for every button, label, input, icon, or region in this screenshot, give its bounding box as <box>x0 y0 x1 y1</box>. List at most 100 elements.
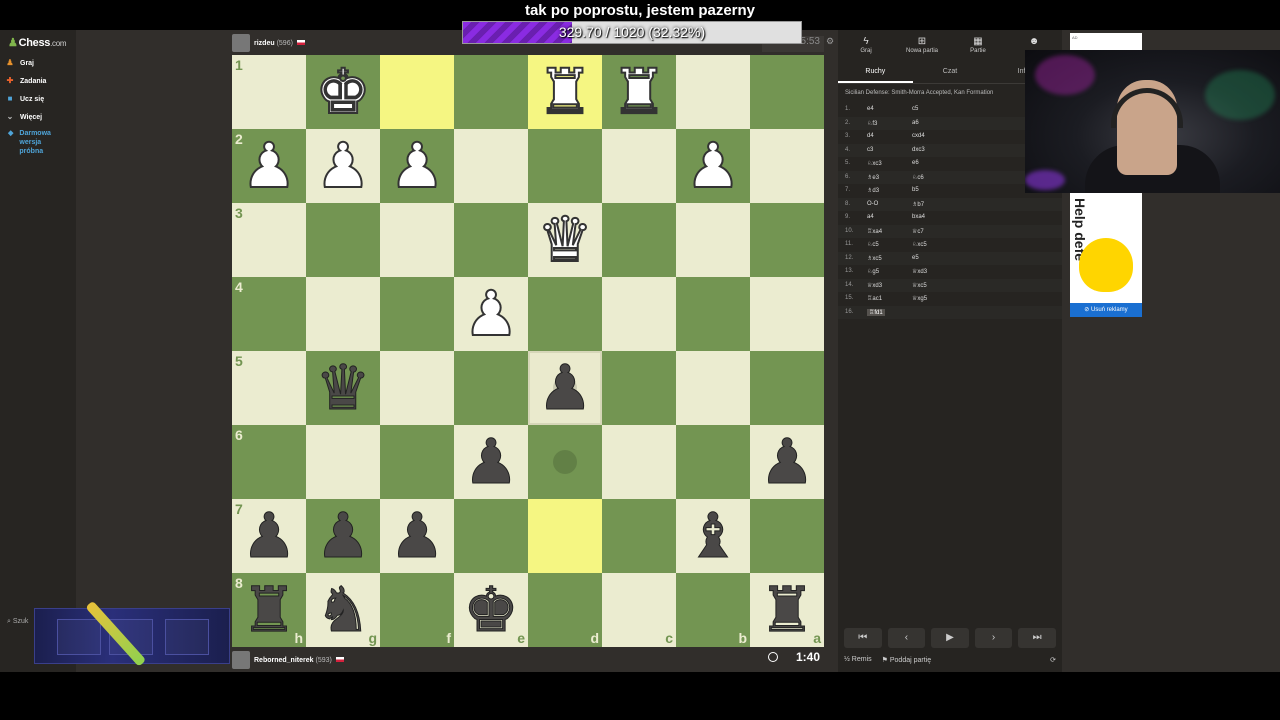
board-square[interactable] <box>750 351 824 425</box>
black-move[interactable]: ♕xd3 <box>912 268 927 275</box>
remove-ads-button[interactable]: ⊘ Usuń reklamy <box>1070 303 1142 317</box>
black-move[interactable]: e6 <box>912 160 919 166</box>
tab-chat[interactable]: Czat <box>913 62 988 83</box>
black-piece[interactable]: ♚ <box>454 573 528 647</box>
board-square[interactable]: b <box>676 573 750 647</box>
black-piece[interactable]: ♜ <box>750 573 824 647</box>
white-piece[interactable]: ♜ <box>602 54 676 129</box>
white-move[interactable]: ♘xc3 <box>867 160 882 167</box>
board-square[interactable] <box>380 277 454 351</box>
board-square[interactable] <box>528 277 602 351</box>
white-move[interactable]: ♘g5 <box>867 268 879 275</box>
black-move[interactable]: bxa4 <box>912 214 925 220</box>
white-move[interactable]: e4 <box>867 106 874 112</box>
board-square[interactable]: ♚ <box>306 54 380 129</box>
white-piece[interactable]: ♜ <box>528 54 602 129</box>
nav-more[interactable]: ⌄ Więcej <box>6 113 42 121</box>
white-piece[interactable]: ♟ <box>454 276 528 351</box>
board-square[interactable] <box>380 351 454 425</box>
board-square[interactable]: ♟ <box>306 128 380 203</box>
board-square[interactable]: g ♞ <box>306 573 380 647</box>
board-square[interactable]: ♟ <box>380 499 454 573</box>
black-move[interactable]: ♕c7 <box>912 228 924 235</box>
board-square[interactable] <box>306 425 380 499</box>
black-piece[interactable]: ♜ <box>232 573 306 647</box>
board-square[interactable] <box>676 351 750 425</box>
black-move[interactable]: ♗b7 <box>912 201 924 208</box>
black-move[interactable]: a6 <box>912 120 919 126</box>
tab-moves[interactable]: Ruchy <box>838 62 913 83</box>
board-square[interactable]: ♟ <box>750 425 824 499</box>
white-move[interactable]: d4 <box>867 133 874 139</box>
tab-new-game[interactable]: ⊞ Nowa partia <box>894 36 950 62</box>
refresh-icon[interactable]: ⟳ <box>1050 656 1056 664</box>
board-square[interactable]: ♟ <box>306 499 380 573</box>
board-square[interactable] <box>602 277 676 351</box>
black-move[interactable]: ♕xg5 <box>912 295 927 302</box>
white-piece[interactable]: ♟ <box>380 128 454 203</box>
white-move[interactable]: a4 <box>867 214 874 220</box>
bottom-player-name[interactable]: Reborned_niterek (593) <box>254 656 344 664</box>
move-hint-dot[interactable] <box>553 450 577 474</box>
avatar[interactable] <box>232 651 250 669</box>
board-square[interactable]: 3 <box>232 203 306 277</box>
board-square[interactable] <box>306 203 380 277</box>
free-trial-link[interactable]: ◆ Darmowa wersja próbna <box>8 129 51 156</box>
black-move[interactable]: ♘c6 <box>912 174 924 181</box>
white-move[interactable]: ♕xd3 <box>867 282 882 289</box>
board-square[interactable]: ♟ <box>454 425 528 499</box>
board-square[interactable]: ♟ <box>676 128 750 203</box>
board-square[interactable]: ♟ <box>380 128 454 203</box>
board-square[interactable]: ♛ <box>306 351 380 425</box>
white-piece[interactable]: ♟ <box>232 128 306 203</box>
nav-learn[interactable]: ■ Ucz się <box>6 95 45 103</box>
black-piece[interactable]: ♟ <box>306 499 380 573</box>
draw-button[interactable]: ½ Remis <box>844 656 872 664</box>
black-move[interactable]: ♘xc5 <box>912 241 927 248</box>
black-move[interactable]: ♕xc5 <box>912 282 927 289</box>
black-move[interactable]: e5 <box>912 255 919 261</box>
board-square[interactable]: 6 <box>232 425 306 499</box>
board-square[interactable] <box>602 351 676 425</box>
board-square[interactable] <box>750 203 824 277</box>
black-move[interactable]: cxd4 <box>912 133 925 139</box>
white-piece[interactable]: ♟ <box>306 128 380 203</box>
white-move[interactable]: ♗d3 <box>867 187 879 194</box>
board-square[interactable] <box>528 425 602 499</box>
tab-games[interactable]: ▦ Partie <box>950 36 1006 62</box>
previous-move-button[interactable]: ‹ <box>887 628 926 648</box>
board-square[interactable]: ♜ <box>528 54 602 129</box>
board-square[interactable] <box>454 55 528 129</box>
board-square[interactable] <box>380 55 454 129</box>
nav-play[interactable]: ♟ Graj <box>6 59 34 67</box>
board-square[interactable]: c <box>602 573 676 647</box>
avatar[interactable] <box>232 34 250 52</box>
board-square[interactable] <box>750 55 824 129</box>
board-square[interactable] <box>602 203 676 277</box>
play-button[interactable]: ▶ <box>931 628 969 648</box>
top-player-name[interactable]: rizdeu (596) <box>254 39 305 47</box>
board-square[interactable]: ♜ <box>602 54 676 129</box>
chess-board[interactable]: 1 ♚ ♜ ♜ 2 ♟ ♟ ♟ ♟ 3 ♛ 4 ♟ 5 ♛ ♟ 6 ♟ ♟ 7 ♟ ♟ ♟ ♝ 8 h ♜ g ♞ f e ♚ d c b a ♜ <box>232 54 824 647</box>
board-square[interactable] <box>454 499 528 573</box>
board-square[interactable]: f <box>380 573 454 647</box>
board-square[interactable]: ♟ <box>454 276 528 351</box>
board-square[interactable]: 8 h ♜ <box>232 573 306 647</box>
black-move[interactable]: b5 <box>912 187 919 193</box>
gear-icon[interactable]: ⚙ <box>826 36 834 47</box>
board-square[interactable] <box>454 129 528 203</box>
black-piece[interactable]: ♟ <box>380 499 454 573</box>
board-square[interactable] <box>602 499 676 573</box>
black-piece[interactable]: ♝ <box>676 499 750 573</box>
nav-puzzles[interactable]: ✚ Zadania <box>6 77 47 85</box>
resign-button[interactable]: ⚑ Poddaj partię <box>882 656 932 664</box>
black-piece[interactable]: ♛ <box>306 351 380 425</box>
first-move-button[interactable]: ⏮ <box>844 628 882 648</box>
board-square[interactable] <box>380 425 454 499</box>
board-square[interactable] <box>602 129 676 203</box>
white-piece[interactable]: ♛ <box>528 202 602 277</box>
board-square[interactable]: 2 ♟ <box>232 128 306 203</box>
sidebar-search[interactable]: ⌕ Szuk <box>7 618 28 626</box>
white-move[interactable]: ♘c5 <box>867 241 879 248</box>
board-square[interactable] <box>380 203 454 277</box>
